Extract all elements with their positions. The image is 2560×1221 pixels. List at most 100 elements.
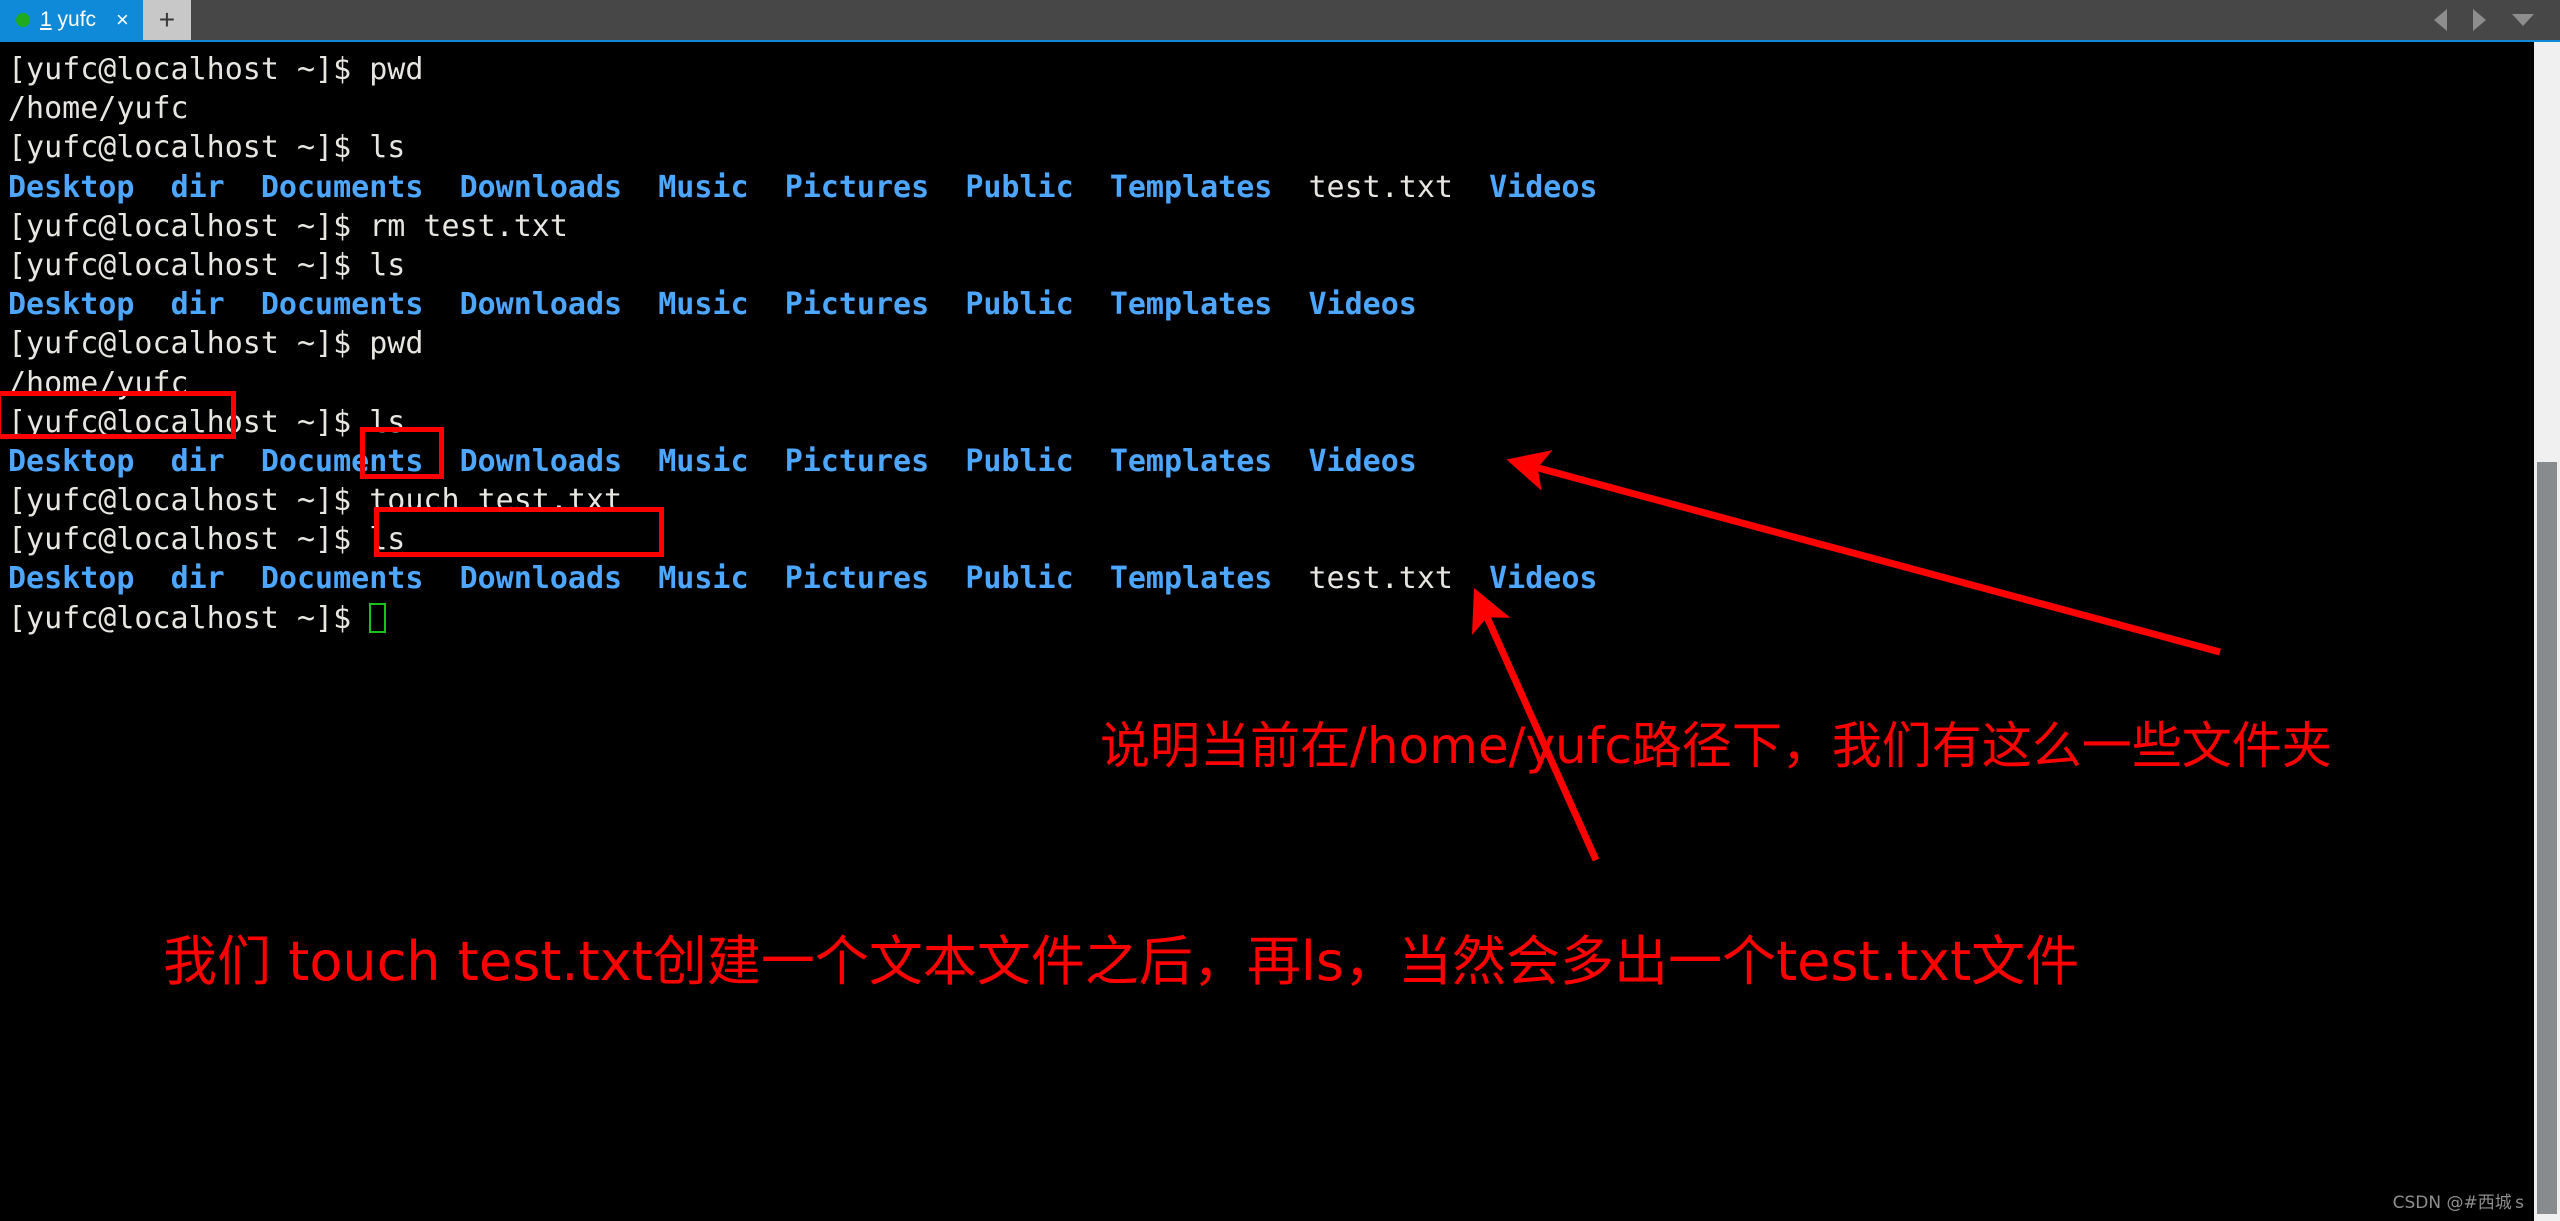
shell-prompt: [yufc@localhost ~]$ — [8, 600, 370, 636]
column-gap — [1074, 287, 1110, 322]
column-gap — [1272, 444, 1308, 479]
ls-entry-directory: Music — [658, 443, 749, 479]
scroll-tabs-right-icon[interactable] — [2473, 9, 2486, 31]
ls-entry-directory: Templates — [1109, 561, 1273, 597]
ls-entry-directory: Pictures — [784, 561, 930, 597]
column-gap — [1453, 170, 1489, 205]
ls-entry-directory: Public — [965, 443, 1074, 479]
terminal-tab-yufc[interactable]: 1 yufc × — [0, 0, 143, 40]
ls-entry-directory: Downloads — [459, 561, 623, 597]
command-output: /home/yufc — [8, 91, 189, 127]
ls-entry-directory: Downloads — [459, 443, 623, 479]
shell-prompt: [yufc@localhost ~]$ — [8, 130, 370, 166]
column-gap — [1074, 444, 1110, 479]
column-gap — [225, 287, 261, 322]
ls-entry-directory: Music — [658, 169, 749, 205]
ls-entry-directory: dir — [170, 443, 225, 479]
shell-command: pwd — [369, 326, 424, 362]
ls-entry-directory: Videos — [1308, 287, 1417, 323]
tab-number: 1 — [40, 8, 52, 31]
terminal-line: /home/yufc — [8, 89, 1598, 128]
ls-entry-directory: Videos — [1489, 169, 1598, 205]
tab-bar: 1 yufc × + — [0, 0, 2560, 42]
column-gap — [622, 170, 658, 205]
terminal-line: Desktop dir Documents Downloads Music Pi… — [8, 559, 1598, 598]
column-gap — [929, 444, 965, 479]
touch-command-highlight-box — [374, 507, 664, 557]
ls-entry-directory: Desktop — [8, 561, 135, 597]
ls-entry-directory: Public — [965, 169, 1074, 205]
chevron-down-icon[interactable] — [2512, 14, 2534, 26]
ls-entry-directory: dir — [170, 561, 225, 597]
column-gap — [929, 170, 965, 205]
terminal-line: [yufc@localhost ~]$ ls — [8, 403, 1598, 442]
column-gap — [749, 170, 785, 205]
terminal-output: [yufc@localhost ~]$ pwd/home/yufc [yufc@l… — [8, 50, 1598, 638]
column-gap — [423, 561, 459, 596]
terminal-line: Desktop dir Documents Downloads Music Pi… — [8, 442, 1598, 481]
shell-prompt: [yufc@localhost ~]$ — [8, 247, 370, 283]
ls-entry-directory: Documents — [260, 169, 424, 205]
ls-entry-directory: Templates — [1109, 287, 1273, 323]
ls-entry-directory: Desktop — [8, 287, 135, 323]
tab-nav-controls — [2434, 0, 2560, 40]
annotation-note-path: 说明当前在/home/yufc路径下，我们有这么一些文件夹 — [1100, 717, 2332, 775]
tab-status-dot-icon — [16, 13, 30, 27]
terminal-screen[interactable]: [yufc@localhost ~]$ pwd/home/yufc [yufc@l… — [0, 42, 2560, 1221]
column-gap — [423, 170, 459, 205]
tab-session-name: yufc — [57, 8, 97, 31]
text-cursor — [369, 602, 387, 633]
column-gap — [134, 444, 170, 479]
ls-entry-directory: Music — [658, 561, 749, 597]
ls-entry-file: test.txt — [1308, 169, 1454, 205]
tab-bar-spacer — [191, 0, 2434, 40]
column-gap — [134, 561, 170, 596]
ls-entry-directory: Pictures — [784, 287, 930, 323]
shell-command: ls — [369, 130, 406, 166]
watermark: CSDN @#西城 s — [2392, 1193, 2524, 1213]
terminal-line: Desktop dir Documents Downloads Music Pi… — [8, 168, 1598, 207]
shell-command: ls — [369, 247, 406, 283]
ls-entry-directory: Downloads — [459, 287, 623, 323]
column-gap — [749, 561, 785, 596]
ls-entry-directory: Public — [965, 561, 1074, 597]
vertical-scrollbar-thumb[interactable] — [2537, 462, 2557, 1214]
terminal-line: [yufc@localhost ~]$ touch test.txt — [8, 481, 1598, 520]
column-gap — [929, 287, 965, 322]
column-gap — [1074, 170, 1110, 205]
new-tab-button[interactable]: + — [142, 0, 191, 40]
annotation-note-touch: 我们 touch test.txt创建一个文本文件之后，再ls，当然会多出一个t… — [163, 930, 2080, 993]
column-gap — [749, 287, 785, 322]
ls-entry-directory: Public — [965, 287, 1074, 323]
terminal-line: [yufc@localhost ~]$ ls — [8, 246, 1598, 285]
shell-command: pwd — [369, 52, 424, 87]
ls-entry-file: test.txt — [1308, 561, 1454, 597]
terminal-line: /home/yufc — [8, 364, 1598, 403]
ls-command-highlight-box — [360, 427, 444, 479]
column-gap — [134, 170, 170, 205]
close-icon[interactable]: × — [116, 9, 129, 31]
terminal-line: [yufc@localhost ~]$ pwd — [8, 324, 1598, 363]
column-gap — [225, 444, 261, 479]
shell-prompt: [yufc@localhost ~]$ — [8, 326, 370, 362]
ls-entry-directory: Downloads — [459, 169, 623, 205]
terminal-line: [yufc@localhost ~]$ pwd — [8, 50, 1598, 89]
column-gap — [1272, 561, 1308, 596]
arrow-to-videos — [1506, 450, 2221, 656]
terminal-line: [yufc@localhost ~]$ rm test.txt — [8, 207, 1598, 246]
ls-entry-directory: Pictures — [784, 443, 930, 479]
column-gap — [225, 561, 261, 596]
tab-title: 1 yufc — [40, 8, 96, 32]
shell-prompt: [yufc@localhost ~]$ — [8, 522, 370, 558]
shell-command: rm test.txt — [369, 208, 568, 244]
column-gap — [134, 287, 170, 322]
vertical-scrollbar-track[interactable] — [2534, 42, 2560, 1221]
ls-entry-directory: Templates — [1109, 443, 1273, 479]
column-gap — [1074, 561, 1110, 596]
terminal-line: Desktop dir Documents Downloads Music Pi… — [8, 285, 1598, 324]
shell-prompt: [yufc@localhost ~]$ — [8, 52, 370, 87]
scroll-tabs-left-icon[interactable] — [2434, 9, 2447, 31]
ls-entry-directory: dir — [170, 169, 225, 205]
ls-entry-directory: Templates — [1109, 169, 1273, 205]
terminal-line: [yufc@localhost ~]$ — [8, 599, 1598, 638]
